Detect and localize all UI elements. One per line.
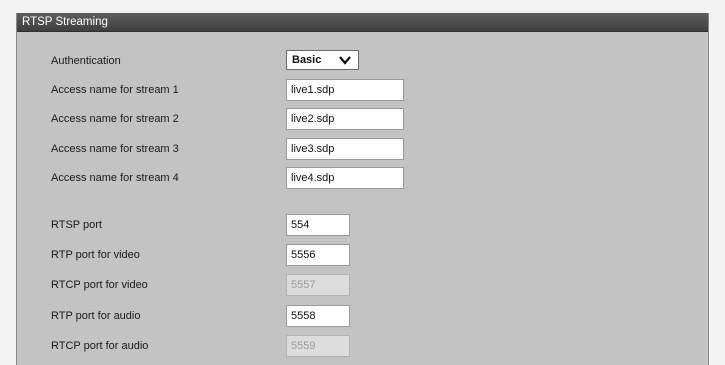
authentication-row: Authentication Basic (17, 50, 708, 72)
stream-3-label: Access name for stream 3 (51, 143, 179, 155)
authentication-label: Authentication (51, 55, 121, 67)
stream-3-row: Access name for stream 3 (17, 138, 708, 160)
rtp-audio-port-input[interactable] (286, 305, 350, 327)
chevron-down-icon (339, 56, 351, 65)
rtcp-audio-port-label: RTCP port for audio (51, 340, 149, 352)
rtcp-video-port-input (286, 274, 350, 296)
rtcp-audio-port-input (286, 335, 350, 357)
rtsp-streaming-panel: RTSP Streaming Authentication Basic Acce… (16, 13, 709, 365)
rtp-audio-port-row: RTP port for audio (17, 305, 708, 327)
stream-4-label: Access name for stream 4 (51, 172, 179, 184)
rtsp-port-row: RTSP port (17, 214, 708, 236)
stream-4-access-name-input[interactable] (286, 167, 404, 189)
stream-2-row: Access name for stream 2 (17, 108, 708, 130)
stream-1-row: Access name for stream 1 (17, 79, 708, 101)
stream-1-label: Access name for stream 1 (51, 84, 179, 96)
rtp-audio-port-label: RTP port for audio (51, 310, 141, 322)
stream-4-row: Access name for stream 4 (17, 167, 708, 189)
rtsp-port-label: RTSP port (51, 219, 102, 231)
stream-2-access-name-input[interactable] (286, 108, 404, 130)
rtcp-audio-port-row: RTCP port for audio (17, 335, 708, 357)
stream-1-access-name-input[interactable] (286, 79, 404, 101)
rtp-video-port-row: RTP port for video (17, 244, 708, 266)
authentication-value: Basic (292, 54, 322, 66)
rtp-video-port-label: RTP port for video (51, 249, 140, 261)
stream-2-label: Access name for stream 2 (51, 113, 179, 125)
rtcp-video-port-row: RTCP port for video (17, 274, 708, 296)
authentication-select[interactable]: Basic (286, 50, 359, 70)
rtp-video-port-input[interactable] (286, 244, 350, 266)
stream-3-access-name-input[interactable] (286, 138, 404, 160)
section-title: RTSP Streaming (17, 13, 708, 32)
rtcp-video-port-label: RTCP port for video (51, 279, 148, 291)
rtsp-port-input[interactable] (286, 214, 350, 236)
